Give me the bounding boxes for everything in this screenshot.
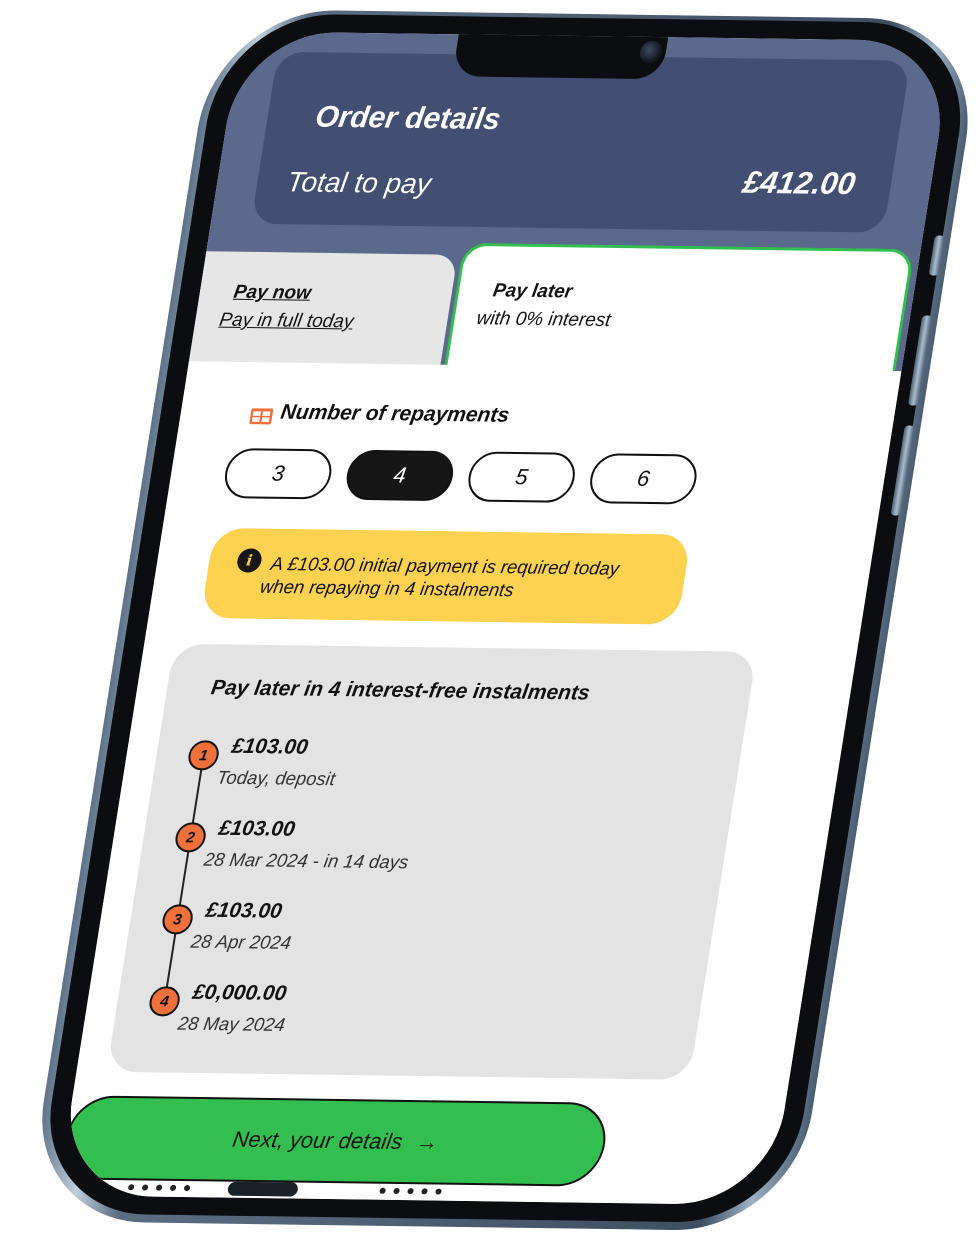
- instalment-1-date: Today, deposit: [215, 766, 337, 790]
- timeline-line: [162, 756, 205, 1007]
- instalment-1-badge: 1: [186, 740, 221, 771]
- order-title: Order details: [313, 100, 503, 137]
- instalment-4-badge: 4: [147, 986, 182, 1017]
- instalment-1-amount: £103.00: [230, 734, 310, 759]
- total-amount: £412.00: [740, 164, 858, 202]
- instalment-3-date: 28 Apr 2024: [189, 930, 293, 953]
- instalment-4-date: 28 May 2024: [176, 1012, 287, 1036]
- repayment-option-3[interactable]: 3: [221, 448, 336, 500]
- instalment-2-amount: £103.00: [217, 816, 297, 841]
- instalment-4-amount: £0,000.00: [191, 980, 289, 1006]
- tab-pay-later-subtitle: with 0% interest: [475, 308, 613, 332]
- speaker-grille-right: [379, 1187, 442, 1195]
- notice-line-2: when repaying in 4 instalments: [258, 575, 516, 601]
- repayment-option-5[interactable]: 5: [464, 451, 579, 503]
- instalment-2-date: 28 Mar 2024 - in 14 days: [202, 848, 411, 873]
- tab-pay-now[interactable]: Pay now Pay in full today: [177, 251, 458, 375]
- order-details-card: Order details Total to pay £412.00: [250, 51, 911, 233]
- instalment-3-badge: 3: [160, 904, 195, 935]
- next-your-details-button[interactable]: Next, your details →: [59, 1095, 612, 1187]
- schedule-title: Pay later in 4 interest-free instalments: [209, 676, 592, 705]
- repayments-title: Number of repayments: [279, 400, 511, 427]
- main-content: Number of repayments 3 4 5 6 i A £103.00…: [56, 361, 902, 1206]
- initial-payment-notice: i A £103.00 initial payment is required …: [200, 527, 692, 625]
- tab-pay-later-title: Pay later: [491, 280, 574, 303]
- info-icon: i: [235, 548, 264, 573]
- tab-pay-now-subtitle: Pay in full today: [217, 309, 356, 333]
- repayment-option-6[interactable]: 6: [586, 453, 701, 505]
- next-button-label: Next, your details: [230, 1126, 405, 1154]
- calendar-grid-icon: [249, 408, 274, 425]
- instalment-3-amount: £103.00: [204, 898, 284, 923]
- total-label: Total to pay: [284, 166, 434, 200]
- instalment-schedule: Pay later in 4 interest-free instalments…: [106, 643, 757, 1080]
- phone-notch: [452, 34, 669, 80]
- header-band: Order details Total to pay £412.00 Pay n…: [177, 31, 954, 393]
- charging-port: [226, 1181, 299, 1197]
- phone-scene: Order details Total to pay £412.00 Pay n…: [0, 0, 976, 1245]
- repayment-option-4[interactable]: 4: [343, 449, 457, 502]
- arrow-right-icon: →: [414, 1129, 441, 1155]
- speaker-grille-left: [127, 1184, 191, 1192]
- tab-pay-now-title: Pay now: [232, 281, 313, 304]
- instalment-2-badge: 2: [173, 822, 208, 853]
